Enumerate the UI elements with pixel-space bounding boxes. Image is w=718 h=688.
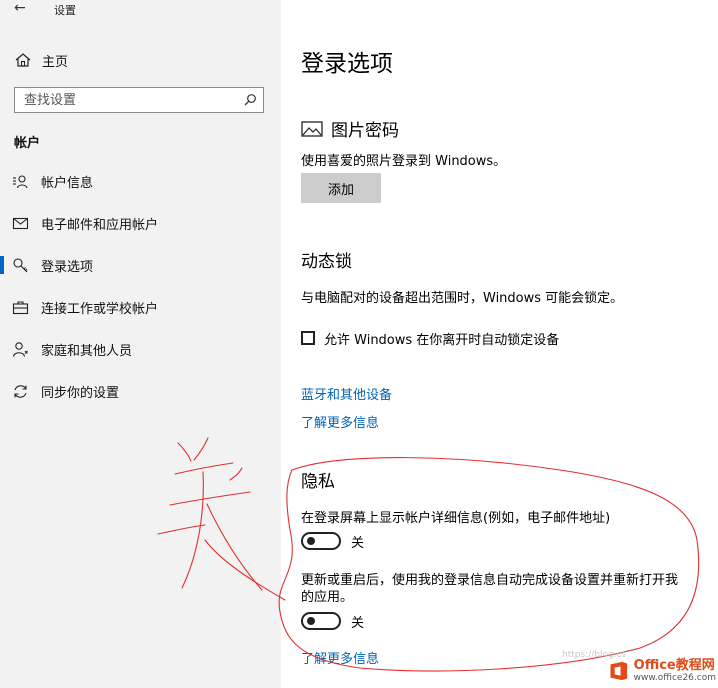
- selection-indicator: [0, 256, 4, 274]
- toggle1-state: 关: [351, 535, 365, 551]
- sidebar-item-label: 电子邮件和应用帐户: [41, 218, 159, 233]
- picture-icon: [301, 120, 323, 137]
- home-nav[interactable]: 主页: [14, 49, 68, 71]
- privacy-toggle2-row[interactable]: 关: [301, 611, 364, 631]
- privacy-setting2-line1: 更新或重启后，使用我的登录信息自动完成设备设置并重新打开我: [301, 573, 679, 588]
- watermark-site: www.office26.com: [633, 673, 716, 683]
- back-arrow-icon[interactable]: ←: [14, 0, 26, 16]
- dynamic-lock-checkbox-row[interactable]: 允许 Windows 在你离开时自动锁定设备: [301, 328, 559, 348]
- office26-watermark: Office教程网 www.office26.com: [608, 656, 716, 686]
- office-logo-icon: [610, 661, 628, 681]
- sidebar-item-label: 家庭和其他人员: [41, 344, 133, 359]
- toggle2-state: 关: [351, 615, 365, 631]
- sidebar: ← 设置 主页 帐户 帐户信息 电子邮件和应用帐户: [0, 0, 281, 688]
- mail-icon: [12, 217, 29, 230]
- sync-icon: [14, 385, 27, 398]
- sidebar-item-label: 登录选项: [41, 260, 94, 275]
- picture-password-description: 使用喜爱的照片登录到 Windows。: [301, 154, 507, 169]
- privacy-setting1-label: 在登录屏幕上显示帐户详细信息(例如，电子邮件地址): [301, 511, 611, 526]
- sidebar-item-sign-in-options[interactable]: 登录选项: [0, 251, 281, 279]
- titlebar: ← 设置: [0, 0, 281, 22]
- privacy-heading: 隐私: [301, 472, 335, 492]
- main-content: 登录选项 图片密码 使用喜爱的照片登录到 Windows。 添加 动态锁 与电脑…: [281, 0, 718, 688]
- auto-finish-setup-toggle[interactable]: [301, 612, 341, 630]
- page-title: 登录选项: [301, 51, 393, 77]
- sidebar-item-account-info[interactable]: 帐户信息: [0, 167, 281, 195]
- section-title: 帐户: [14, 136, 41, 151]
- sidebar-item-email-accounts[interactable]: 电子邮件和应用帐户: [0, 209, 281, 237]
- search-input[interactable]: [15, 88, 224, 112]
- dynamic-lock-checkbox[interactable]: [301, 331, 315, 345]
- picture-password-header: 图片密码: [301, 116, 399, 141]
- account-info-icon: [13, 175, 28, 189]
- sidebar-item-sync-settings[interactable]: 同步你的设置: [0, 377, 281, 405]
- dynamic-lock-learn-more-link[interactable]: 了解更多信息: [301, 412, 379, 431]
- sidebar-item-work-school[interactable]: 连接工作或学校帐户: [0, 293, 281, 321]
- add-picture-password-button[interactable]: 添加: [301, 173, 381, 203]
- show-account-details-toggle[interactable]: [301, 532, 341, 550]
- briefcase-icon: [12, 301, 29, 315]
- picture-password-heading: 图片密码: [331, 121, 399, 141]
- toggle-knob: [307, 617, 315, 625]
- toggle-knob: [307, 537, 315, 545]
- search-box[interactable]: [14, 87, 264, 113]
- app-title: 设置: [54, 4, 76, 17]
- dynamic-lock-description: 与电脑配对的设备超出范围时，Windows 可能会锁定。: [301, 291, 624, 306]
- privacy-learn-more-link[interactable]: 了解更多信息: [301, 648, 379, 667]
- sidebar-item-family-others[interactable]: 家庭和其他人员: [0, 335, 281, 363]
- dynamic-lock-checkbox-label: 允许 Windows 在你离开时自动锁定设备: [324, 332, 560, 348]
- dynamic-lock-heading: 动态锁: [301, 252, 352, 272]
- watermark-brand: Office教程网: [633, 658, 715, 673]
- home-label: 主页: [42, 54, 69, 70]
- sidebar-item-label: 同步你的设置: [41, 386, 120, 401]
- privacy-toggle1-row[interactable]: 关: [301, 531, 364, 551]
- search-icon[interactable]: [243, 93, 257, 107]
- bluetooth-devices-link[interactable]: 蓝牙和其他设备: [301, 384, 392, 403]
- privacy-setting2-line2: 的应用。: [301, 590, 354, 605]
- home-icon: [15, 53, 31, 67]
- sidebar-item-label: 帐户信息: [41, 176, 94, 191]
- sidebar-item-label: 连接工作或学校帐户: [41, 302, 159, 317]
- person-icon: [12, 342, 28, 357]
- key-icon: [13, 258, 28, 273]
